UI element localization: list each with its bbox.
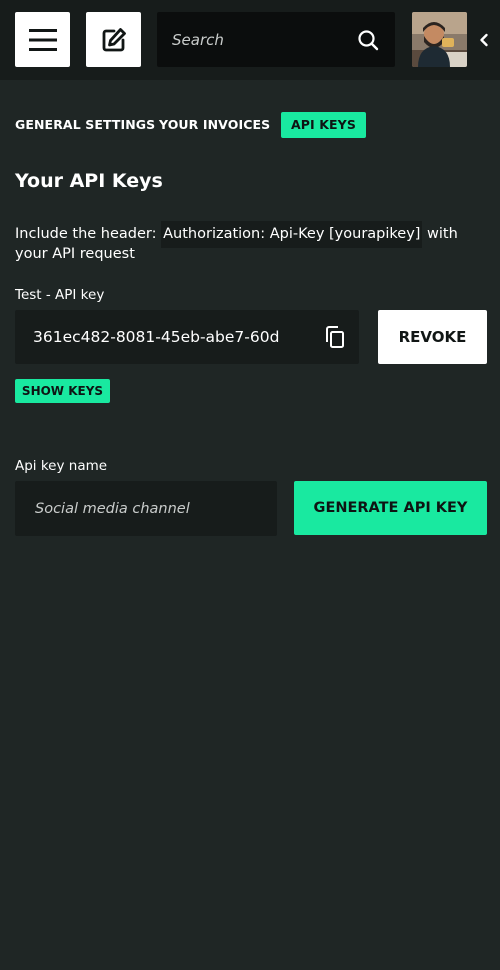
copy-icon[interactable] <box>325 326 345 348</box>
avatar-photo <box>412 12 467 67</box>
tab-api-keys[interactable]: API KEYS <box>281 112 366 138</box>
api-key-name-label: Api key name <box>15 458 108 474</box>
test-api-key-value[interactable]: 361ec482-8081-45eb-abe7-60d <box>33 310 279 364</box>
tab-your-invoices[interactable]: YOUR INVOICES <box>159 112 270 138</box>
tab-general-settings[interactable]: GENERAL SETTINGS <box>15 112 155 138</box>
edit-pencil-icon <box>102 27 126 51</box>
search-icon[interactable] <box>357 29 379 51</box>
page-title: Your API Keys <box>15 170 163 192</box>
user-avatar[interactable] <box>412 12 467 67</box>
search-input[interactable] <box>157 12 347 67</box>
search-box <box>157 12 395 67</box>
chevron-left-icon[interactable] <box>478 31 490 49</box>
revoke-button[interactable]: REVOKE <box>378 310 487 364</box>
info-prefix: Include the header: <box>15 226 162 242</box>
test-key-label: Test - API key <box>15 287 105 303</box>
test-api-key-field: 361ec482-8081-45eb-abe7-60d <box>15 310 359 364</box>
generate-api-key-button[interactable]: GENERATE API KEY <box>294 481 487 535</box>
header-instructions: Include the header: Authorization: Api-K… <box>15 221 485 264</box>
api-key-name-input[interactable] <box>15 481 277 536</box>
top-bar <box>0 0 500 80</box>
show-keys-button[interactable]: SHOW KEYS <box>15 379 110 403</box>
auth-header-code: Authorization: Api-Key [yourapikey] <box>161 221 423 248</box>
edit-button[interactable] <box>86 12 141 67</box>
hamburger-menu-icon <box>28 28 57 51</box>
menu-button[interactable] <box>15 12 70 67</box>
